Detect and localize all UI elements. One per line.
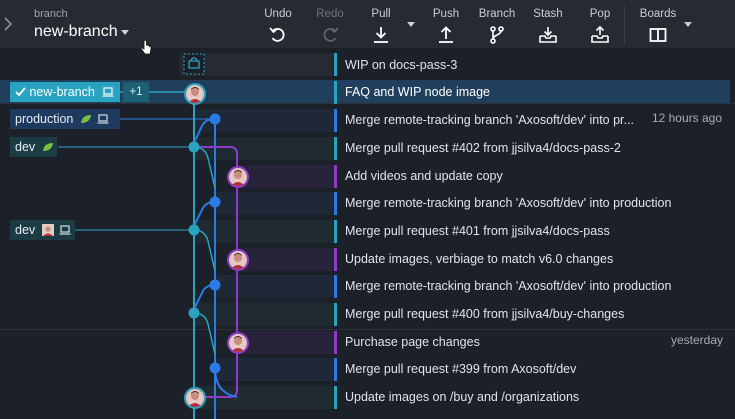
boards-button[interactable]: Boards bbox=[632, 4, 684, 46]
person-icon bbox=[229, 168, 247, 186]
author-avatar[interactable] bbox=[184, 83, 206, 105]
commit-message[interactable]: Merge pull request #402 from jjsilva4/do… bbox=[345, 134, 621, 162]
commit-message[interactable]: Update images on /buy and /organizations bbox=[345, 383, 579, 411]
commit-message[interactable]: Merge pull request #399 from Axosoft/dev bbox=[345, 355, 576, 383]
branch-button[interactable]: Branch bbox=[471, 4, 523, 46]
branch-caption: branch bbox=[34, 8, 68, 20]
checkmark-icon bbox=[15, 87, 26, 97]
stash-label: Stash bbox=[533, 8, 563, 20]
pull-button[interactable]: Pull bbox=[355, 4, 407, 46]
commit-message[interactable]: Merge remote-tracking branch 'Axosoft/de… bbox=[345, 189, 671, 217]
commit-message[interactable]: Merge remote-tracking branch 'Axosoft/de… bbox=[345, 106, 634, 134]
commit-time: 12 hours ago bbox=[647, 106, 722, 134]
boards-icon bbox=[649, 28, 667, 42]
branch-selector[interactable]: branch new-branch bbox=[24, 4, 152, 55]
laptop-icon bbox=[97, 114, 109, 124]
ref-dev-remote-label: dev bbox=[15, 140, 36, 154]
boards-label: Boards bbox=[639, 8, 677, 20]
chevron-down-icon bbox=[121, 30, 129, 35]
leaf-icon bbox=[42, 143, 53, 151]
ref-production-label: production bbox=[15, 112, 74, 126]
push-label: Push bbox=[432, 8, 460, 20]
branch-label: Branch bbox=[478, 8, 516, 20]
stash-icon bbox=[539, 27, 557, 43]
undo-icon bbox=[269, 27, 285, 42]
commit-message[interactable]: FAQ and WIP node image bbox=[345, 78, 490, 106]
pull-label: Pull bbox=[371, 8, 391, 20]
commit-graph: new-branch +1 production dev dev WIP on … bbox=[0, 48, 735, 419]
undo-button[interactable]: Undo bbox=[252, 4, 304, 46]
user-avatar-icon bbox=[41, 224, 54, 236]
commit-message[interactable]: Merge pull request #401 from jjsilva4/do… bbox=[345, 217, 610, 245]
laptop-icon bbox=[59, 225, 71, 235]
author-avatar[interactable] bbox=[227, 332, 249, 354]
commit-message[interactable]: Update images, verbiage to match v6.0 ch… bbox=[345, 245, 613, 273]
person-icon bbox=[229, 251, 247, 269]
ref-dev-remote[interactable]: dev bbox=[10, 137, 57, 157]
toolbar-divider bbox=[624, 6, 625, 44]
chevron-right-icon bbox=[4, 17, 13, 31]
sidebar-toggle[interactable] bbox=[0, 0, 16, 48]
person-icon bbox=[186, 85, 204, 103]
current-branch-name: new-branch bbox=[34, 23, 118, 40]
leaf-icon bbox=[80, 115, 91, 123]
commit-time: yesterday bbox=[670, 333, 723, 347]
push-icon bbox=[439, 26, 453, 43]
stash-button[interactable]: Stash bbox=[522, 4, 574, 46]
pop-label: Pop bbox=[589, 8, 611, 20]
commit-message[interactable]: Purchase page changes bbox=[345, 328, 480, 356]
ref-dev-local[interactable]: dev bbox=[10, 220, 75, 240]
push-button[interactable]: Push bbox=[420, 4, 472, 46]
boards-options-caret[interactable] bbox=[684, 22, 692, 27]
redo-button[interactable]: Redo bbox=[304, 4, 356, 46]
pop-icon bbox=[591, 26, 609, 43]
pull-icon bbox=[374, 27, 388, 43]
toolbar: branch new-branch Undo Redo Pull Push Br… bbox=[0, 0, 735, 55]
pop-button[interactable]: Pop bbox=[574, 4, 626, 46]
author-avatar[interactable] bbox=[227, 249, 249, 271]
commit-message[interactable]: Merge remote-tracking branch 'Axosoft/de… bbox=[345, 272, 671, 300]
branch-icon bbox=[490, 26, 504, 44]
pull-options-caret[interactable] bbox=[407, 22, 415, 27]
gitkraken-window: branch new-branch Undo Redo Pull Push Br… bbox=[0, 0, 735, 419]
ref-dev-local-label: dev bbox=[15, 223, 36, 237]
ref-more-badge[interactable]: +1 bbox=[123, 82, 149, 102]
ref-production[interactable]: production bbox=[10, 109, 120, 129]
author-avatar[interactable] bbox=[227, 166, 249, 188]
undo-label: Undo bbox=[264, 8, 292, 20]
commit-message[interactable]: Add videos and update copy bbox=[345, 162, 503, 190]
commit-message[interactable]: Merge pull request #400 from jjsilva4/bu… bbox=[345, 300, 624, 328]
redo-label: Redo bbox=[316, 8, 344, 20]
laptop-icon bbox=[102, 87, 114, 97]
ref-new-branch-label: new-branch bbox=[29, 85, 95, 99]
ref-new-branch[interactable]: new-branch bbox=[10, 82, 120, 102]
author-avatar[interactable] bbox=[184, 387, 206, 409]
person-icon bbox=[186, 389, 204, 407]
person-icon bbox=[229, 334, 247, 352]
redo-icon bbox=[323, 27, 339, 42]
commit-message[interactable]: WIP on docs-pass-3 bbox=[345, 51, 457, 79]
